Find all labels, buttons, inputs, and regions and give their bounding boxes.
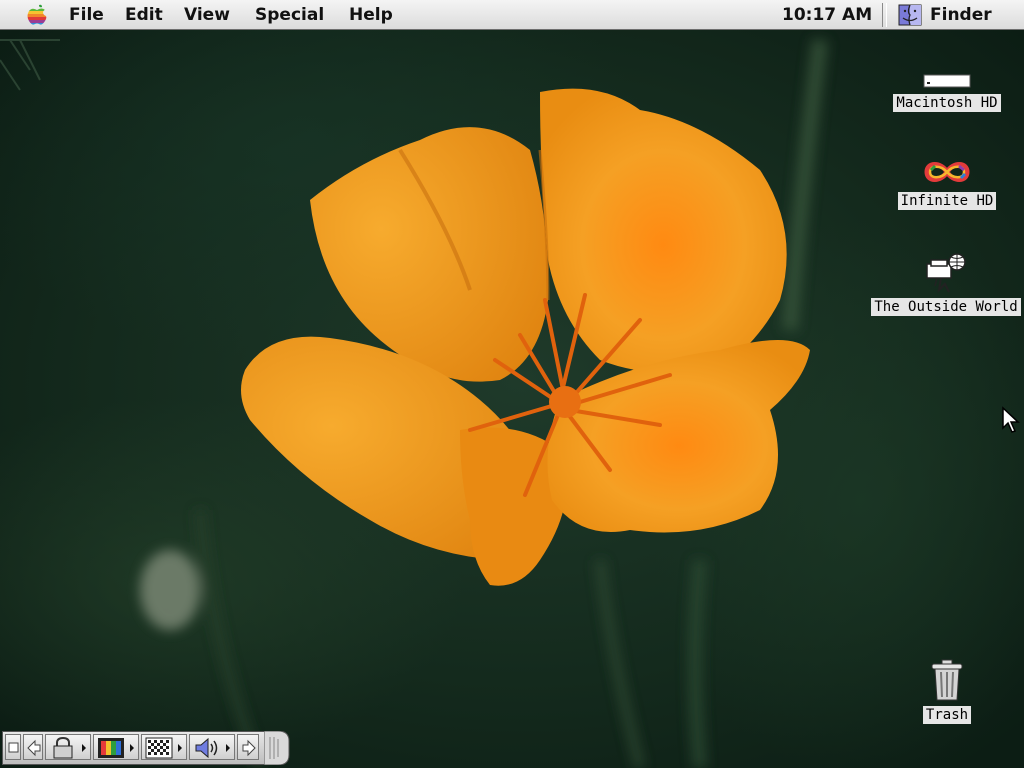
arrow-left-icon[interactable] [23,734,43,760]
menu-view[interactable]: View [184,4,230,26]
menu-bar: File Edit View Special Help 10:17 AM Fin… [0,0,1024,30]
desktop-icon-label: Trash [922,706,972,724]
menu-edit[interactable]: Edit [125,4,163,26]
desktop-icon-the-outside-world[interactable]: The Outside World [870,250,1022,316]
network-globe-icon [926,253,966,293]
strip-end-tab-icon[interactable] [264,731,290,765]
mouse-cursor-icon [1002,406,1020,433]
menu-divider [882,3,887,27]
wallpaper-flower-image [0,39,828,768]
trash-can-icon [931,659,963,701]
control-strip [2,731,290,765]
menu-help[interactable]: Help [349,4,393,26]
finder-icon[interactable] [898,4,922,26]
desktop-icon-label: The Outside World [871,298,1021,316]
application-menu[interactable]: Finder [930,4,992,26]
monitor-colors-icon[interactable] [93,734,139,760]
menu-clock[interactable]: 10:17 AM [782,4,872,26]
lock-icon[interactable] [45,734,91,760]
hard-disk-icon [923,74,971,88]
resolution-grid-icon[interactable] [141,734,187,760]
desktop-icon-trash[interactable]: Trash [912,658,982,724]
desktop-screen: File Edit View Special Help 10:17 AM Fin… [0,0,1024,768]
infinity-rainbow-icon [924,162,970,182]
arrow-right-icon[interactable] [237,734,259,760]
apple-rainbow-icon[interactable] [26,3,48,27]
menu-file[interactable]: File [69,4,104,26]
desktop-icon-infinite-hd[interactable]: Infinite HD [896,156,998,210]
desktop-icon-macintosh-hd[interactable]: Macintosh HD [888,72,1006,112]
menu-special[interactable]: Special [255,4,324,26]
speaker-volume-icon[interactable] [189,734,235,760]
desktop-icon-label: Infinite HD [897,192,997,210]
collapse-tab-icon[interactable] [5,734,21,760]
desktop-icon-label: Macintosh HD [893,94,1001,112]
